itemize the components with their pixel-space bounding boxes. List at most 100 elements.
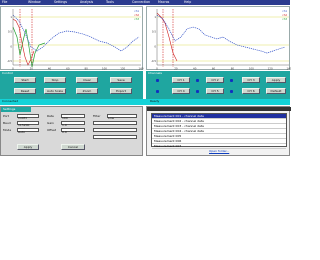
right-plot-canvas: 0 20 40 60 80 100 120 140 10.50-0.5 ch1ch2ch3	[151, 9, 291, 71]
y-tick-label: 0.5	[8, 30, 12, 34]
x-tick-label: 140	[139, 67, 144, 71]
status-strip: Connected Ready	[0, 99, 290, 105]
x-tick-labels: 0 20 40 60 80 100 120 140	[156, 67, 291, 71]
x-tick-labels: 0 20 40 60 80 100 120 140	[12, 67, 144, 71]
left-plot-canvas: 0 20 40 60 80 100 120 140 10.50-0.5 ch1ch2ch3	[7, 9, 144, 71]
legend-entry: ch1	[282, 9, 287, 13]
control-button[interactable]: Zoom	[76, 88, 98, 94]
gain-value: 1.0	[62, 123, 67, 127]
x-tick-label: 80	[84, 67, 88, 71]
field-label: Offset	[47, 128, 57, 132]
y-tick-label: 0	[154, 44, 156, 48]
offset-value: 0.0	[62, 130, 67, 134]
channel-button[interactable]: CH 1	[172, 77, 190, 83]
channel-marker-icon	[230, 79, 233, 82]
channel-button[interactable]: CH 2	[206, 77, 224, 83]
x-tick-label: 80	[231, 67, 235, 71]
y-tick-label: -0.5	[7, 59, 12, 63]
option-field[interactable]	[93, 128, 137, 132]
control-button[interactable]: Auto Scale	[44, 88, 66, 94]
menu-item[interactable]: File	[2, 0, 7, 5]
left-control-panel: Control Start Stop Clear Save Reset Auto…	[0, 71, 143, 99]
filter-select[interactable]: Low	[107, 114, 137, 120]
port-field[interactable]: COM3	[17, 114, 39, 120]
channel-button[interactable]: CH 3	[242, 77, 260, 83]
default-button[interactable]: Default	[266, 88, 286, 94]
measurement-list[interactable]: Measurement 001 - channel data Measureme…	[151, 113, 287, 149]
control-button[interactable]: Clear	[76, 77, 98, 83]
channel-marker-icon	[156, 90, 159, 93]
field-label: Filter	[93, 114, 101, 118]
baud-value: 115200	[18, 123, 30, 127]
settings-panel: Settings Port COM3 Baud 115200 Mode Auto…	[0, 106, 143, 156]
legend-entry: ch2	[134, 13, 139, 17]
y-tick-labels: 1 0.5 0 -0.5	[151, 15, 156, 63]
field-label: Mode	[3, 128, 12, 132]
x-tick-label: 20	[30, 67, 34, 71]
field-label: Port	[3, 114, 9, 118]
control-button[interactable]: Export	[110, 88, 132, 94]
y-tick-label: 1	[154, 15, 156, 19]
control-button[interactable]: Reset	[14, 88, 36, 94]
menu-item[interactable]: Macros	[158, 0, 169, 5]
control-button[interactable]: Save	[110, 77, 132, 83]
y-tick-label: 1	[10, 15, 12, 19]
channel-button[interactable]: CH 5	[206, 88, 224, 94]
control-button[interactable]: Stop	[44, 77, 66, 83]
legend-entry: ch3	[282, 17, 287, 21]
left-plot[interactable]: 0 20 40 60 80 100 120 140 1 0.5 0 -0.5 ch1 ch2 ch3	[0, 6, 144, 71]
panel-title-bar	[147, 107, 291, 111]
channel-marker-icon	[196, 79, 199, 82]
menu-item[interactable]: Settings	[54, 0, 67, 5]
x-tick-label: 40	[193, 67, 197, 71]
settings-tab-label: Settings	[3, 107, 16, 111]
filter-value: Low	[108, 116, 114, 120]
menu-item[interactable]: Window	[28, 0, 41, 5]
field-label: Baud	[3, 121, 11, 125]
x-tick-label: 120	[120, 67, 125, 71]
apply-button[interactable]: Apply	[266, 77, 286, 83]
channel-marker-icon	[196, 90, 199, 93]
baud-field[interactable]: 115200	[17, 121, 39, 127]
menu-item[interactable]: Connection	[132, 0, 150, 5]
cancel-settings-button[interactable]: Cancel	[61, 144, 85, 150]
port-value: COM3	[18, 116, 27, 120]
channel-button[interactable]: CH 6	[242, 88, 260, 94]
open-folder-link[interactable]: Open folder...	[209, 149, 229, 153]
y-tick-label: -0.5	[151, 59, 156, 63]
mode-value: Auto	[18, 130, 25, 134]
option-field[interactable]	[93, 121, 137, 125]
legend: ch1ch2ch3	[134, 9, 139, 21]
rate-field[interactable]: 100	[61, 114, 85, 120]
channel-marker-icon	[230, 90, 233, 93]
settings-grid: Port COM3 Baud 115200 Mode Auto Rate 100…	[3, 114, 142, 156]
x-tick-label: 0	[156, 67, 158, 71]
option-field[interactable]	[93, 135, 137, 139]
channel-marker-icon	[156, 79, 159, 82]
settings-tab[interactable]: Settings	[1, 107, 31, 112]
x-tick-label: 120	[268, 67, 273, 71]
x-tick-label: 0	[12, 67, 14, 71]
control-button[interactable]: Start	[14, 77, 36, 83]
menu-item[interactable]: Analysis	[80, 0, 93, 5]
menu-item[interactable]: Tools	[106, 0, 114, 5]
apply-settings-button[interactable]: Apply	[17, 144, 39, 150]
x-tick-label: 40	[48, 67, 52, 71]
menu-item[interactable]: Help	[184, 0, 191, 5]
legend-entry: ch2	[282, 13, 287, 17]
trace-red	[156, 12, 178, 62]
legend: ch1ch2ch3	[282, 9, 287, 21]
status-right: Ready	[150, 99, 160, 103]
rate-value: 100	[62, 116, 68, 120]
mode-select[interactable]: Auto	[17, 128, 39, 134]
channel-button[interactable]: CH 4	[172, 88, 190, 94]
right-control-panel: Channels CH 1 CH 2 CH 3 Apply CH 4 CH 5 …	[146, 71, 290, 99]
legend-entry: ch1	[134, 9, 139, 13]
y-tick-label: 0	[10, 44, 12, 48]
field-label: Rate	[47, 114, 54, 118]
right-control-header: Channels	[148, 71, 162, 75]
right-plot[interactable]: 0 20 40 60 80 100 120 140 1 0.5 0 -0.5 ch1 ch2 ch3	[146, 6, 291, 71]
y-tick-label: 0.5	[152, 30, 156, 34]
offset-field[interactable]: 0.0	[61, 128, 85, 134]
gain-field[interactable]: 1.0	[61, 121, 85, 127]
